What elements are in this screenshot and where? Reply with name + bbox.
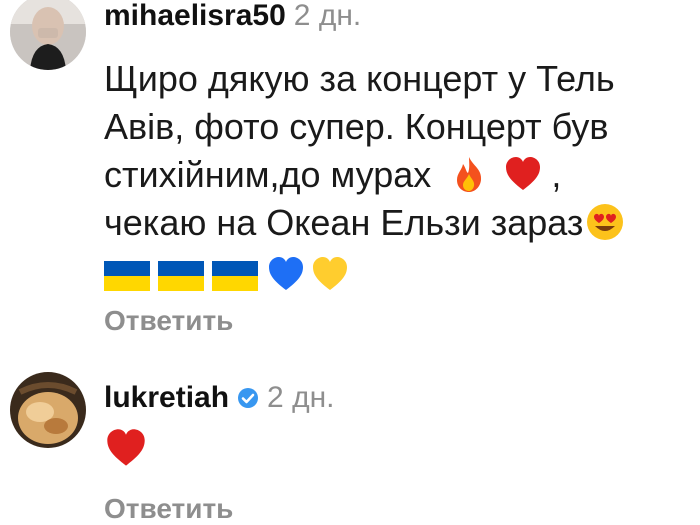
comment-2: lukretiah 2 дн. Ответить [0, 360, 700, 525]
comment-line: стихійним,до мурах , [104, 151, 700, 199]
comment-punctuation: , [551, 154, 562, 195]
user-photo-icon [10, 0, 86, 70]
comment-line-text: стихійним,до мурах [104, 154, 432, 195]
comment-text: Щиро дякую за концерт у Тель Авів, фото … [104, 55, 700, 299]
timestamp: 2 дн. [267, 381, 335, 414]
yellow-heart-emoji [310, 254, 350, 294]
comment-text [104, 426, 700, 475]
avatar[interactable] [10, 372, 86, 448]
username[interactable]: lukretiah [104, 381, 229, 414]
blue-heart-emoji [266, 254, 306, 294]
verified-badge-icon [237, 382, 259, 408]
ukraine-flag-emoji [158, 261, 204, 291]
red-heart-emoji [104, 426, 148, 470]
emoji-row [104, 251, 700, 299]
comment-header: lukretiah 2 дн. [104, 380, 334, 416]
comment-line: Щиро дякую за концерт у Тель [104, 58, 615, 99]
heart-eyes-emoji [585, 202, 625, 242]
red-heart-emoji [503, 154, 543, 194]
reply-button[interactable]: Ответить [104, 493, 233, 525]
ukraine-flag-emoji [104, 261, 150, 291]
reply-button[interactable]: Ответить [104, 305, 233, 337]
avatar[interactable] [10, 0, 86, 70]
comment-line: Авів, фото супер. Концерт був [104, 106, 609, 147]
username[interactable]: mihaelisra50 [104, 0, 286, 32]
comment-header: mihaelisra50 2 дн. [104, 0, 361, 34]
fire-emoji [449, 154, 489, 194]
timestamp: 2 дн. [293, 0, 362, 32]
ukraine-flag-emoji [212, 261, 258, 291]
comment-line: чекаю на Океан Ельзи зараз [104, 199, 700, 247]
comment-1: mihaelisra50 2 дн. Щиро дякую за концерт … [0, 0, 700, 345]
user-photo-icon [10, 372, 86, 448]
comment-line-text: чекаю на Океан Ельзи зараз [104, 202, 584, 243]
